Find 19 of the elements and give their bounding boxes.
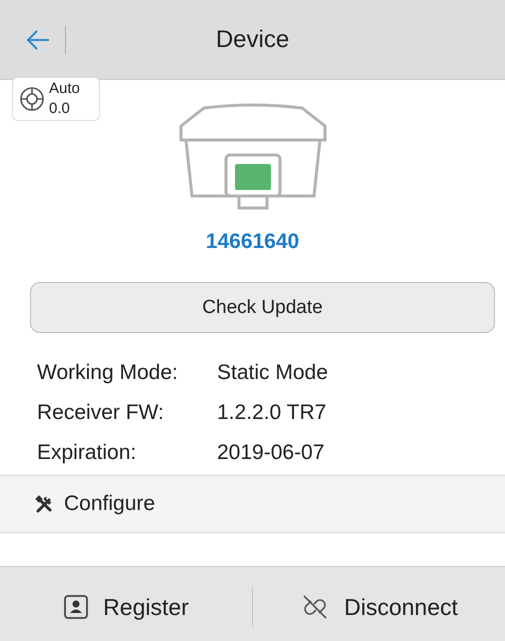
register-button[interactable]: Register	[0, 577, 252, 637]
back-arrow-icon	[25, 28, 51, 50]
position-mode: Auto	[49, 79, 80, 99]
position-value: 0.0	[49, 99, 71, 119]
page-title: Device	[214, 26, 290, 54]
disconnect-button[interactable]: Disconnect	[253, 577, 505, 637]
info-label: Receiver FW:	[37, 401, 165, 425]
serial-number: 14661640	[206, 230, 300, 254]
person-card-icon	[63, 594, 90, 620]
info-value: Static Mode	[217, 361, 328, 385]
info-value: 1.2.2.0 TR7	[217, 401, 326, 425]
tools-icon	[34, 494, 54, 514]
info-label: Working Mode:	[37, 361, 179, 385]
info-label: Expiration:	[37, 441, 138, 465]
crosshair-icon	[19, 86, 45, 112]
check-update-button[interactable]: Check Update	[30, 282, 495, 333]
section-title: Configure	[64, 492, 156, 516]
position-badge[interactable]: Auto 0.0	[12, 77, 100, 121]
info-value: 2019-06-07	[217, 441, 324, 465]
